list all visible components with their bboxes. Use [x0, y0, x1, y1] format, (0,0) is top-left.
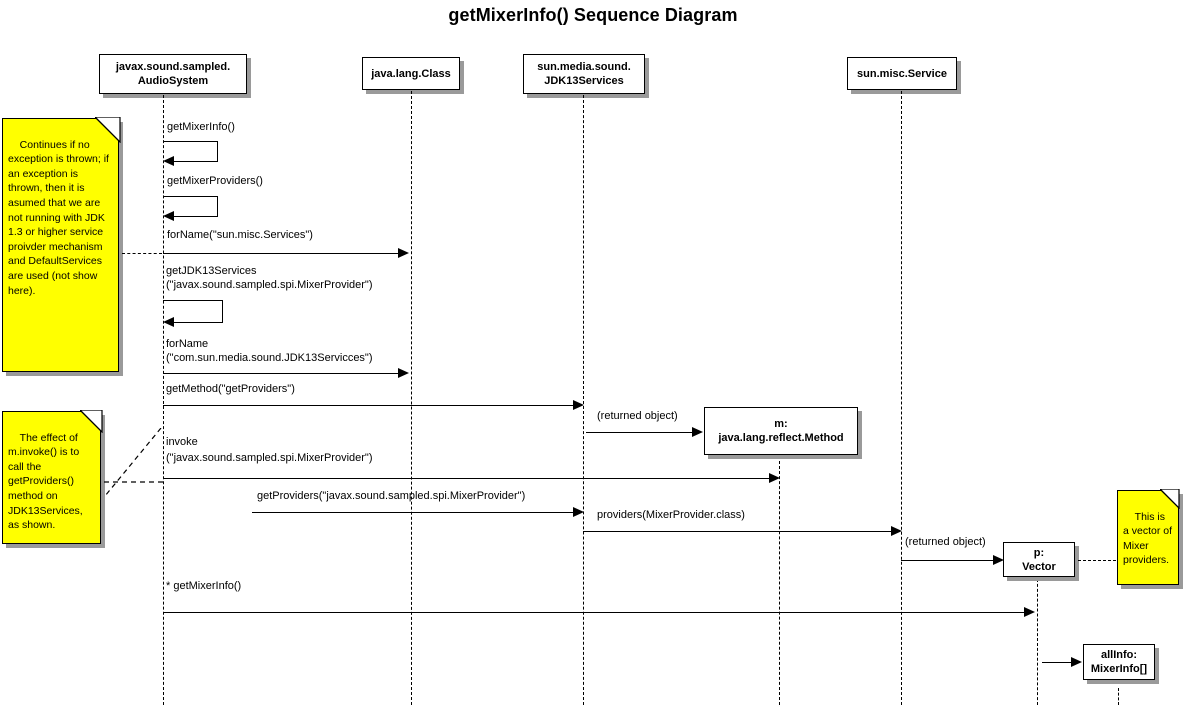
object-vector-line1: p: [1033, 546, 1045, 559]
message-line-returned-vector [901, 560, 995, 561]
note-invoke-text: The effect of m.invoke() is to call the … [8, 431, 86, 532]
self-call-top [163, 141, 218, 142]
sequence-diagram-canvas: getMixerInfo() Sequence Diagram javax.so… [0, 0, 1186, 705]
object-vector[interactable]: p: Vector [1003, 542, 1075, 577]
self-call-top [163, 196, 218, 197]
note-vector-text: This is a vector of Mixer providers. [1123, 510, 1175, 567]
message-line-allinfo [1042, 662, 1074, 663]
arrowhead-star-getmixerinfo [1024, 607, 1035, 617]
arrowhead-getmixerproviders [163, 211, 174, 221]
message-label-getproviders: getProviders("javax.sound.sampled.spi.Mi… [257, 490, 526, 502]
object-allinfo-line2: MixerInfo[] [1090, 663, 1148, 675]
note-connector-invoke-diagonal [105, 428, 162, 497]
arrowhead-returned-method [692, 427, 703, 437]
note-connector-vector [1078, 560, 1116, 561]
participant-jdk13services-line1: sun.media.sound. [537, 61, 631, 73]
diagram-title: getMixerInfo() Sequence Diagram [448, 5, 738, 25]
arrowhead-invoke [769, 473, 780, 483]
participant-suncmiscservice[interactable]: sun.misc.Service [847, 57, 957, 90]
lifeline-audiosystem [163, 95, 164, 705]
message-line-forname-services [163, 253, 403, 254]
self-call-top [163, 300, 223, 301]
note-invoke: The effect of m.invoke() is to call the … [2, 411, 101, 544]
note-connector-exception [122, 253, 162, 254]
participant-jdk13services-line2: JDK13Services [544, 75, 624, 87]
message-label-getjdk13services-line1: getJDK13Services [166, 265, 257, 277]
message-label-forname-jdk13-line1: forName [166, 338, 209, 350]
self-call-bottom [168, 216, 218, 217]
message-label-returned-method: (returned object) [597, 410, 678, 422]
message-label-forname-jdk13-line2: ("com.sun.media.sound.JDK13Servicces") [166, 352, 373, 364]
note-exception: Continues if no exception is thrown; if … [2, 118, 119, 372]
object-method-line1: m: [774, 418, 788, 430]
note-vector: This is a vector of Mixer providers. [1117, 490, 1179, 585]
arrowhead-getmethod [573, 400, 584, 410]
arrowhead-getproviders [573, 507, 584, 517]
object-vector-line2: Vector [1022, 560, 1056, 573]
message-line-providers [583, 531, 893, 532]
message-line-getmethod [163, 405, 575, 406]
arrowhead-allinfo [1071, 657, 1082, 667]
message-line-getproviders [252, 512, 575, 513]
message-label-star-getmixerinfo: * getMixerInfo() [166, 580, 242, 592]
arrowhead-forname-jdk13 [398, 368, 409, 378]
self-call-bottom [168, 161, 218, 162]
participant-audiosystem[interactable]: javax.sound.sampled. AudioSystem [99, 54, 247, 94]
lifeline-vector-object [1037, 579, 1038, 705]
message-label-returned-vector: (returned object) [905, 536, 986, 548]
participant-suncmiscservice-line1: sun.misc.Service [857, 67, 947, 80]
message-line-returned-method [586, 432, 694, 433]
self-call-right [217, 196, 218, 216]
message-label-forname-services: forName("sun.misc.Services") [167, 229, 313, 241]
message-label-getjdk13services-line2: ("javax.sound.sampled.spi.MixerProvider"… [166, 279, 373, 291]
participant-audiosystem-line2: AudioSystem [137, 75, 209, 87]
message-label-getmixerinfo: getMixerInfo() [167, 121, 235, 133]
lifeline-allinfo-object [1118, 688, 1119, 705]
arrowhead-getmixerinfo [163, 156, 174, 166]
participant-jdk13services[interactable]: sun.media.sound. JDK13Services [523, 54, 645, 94]
message-label-getmethod: getMethod("getProviders") [166, 383, 295, 395]
message-line-star-getmixerinfo [163, 612, 1025, 613]
participant-audiosystem-line1: javax.sound.sampled. [115, 61, 231, 73]
arrowhead-forname-services [398, 248, 409, 258]
message-label-getmixerproviders: getMixerProviders() [167, 175, 263, 187]
self-call-right [217, 141, 218, 161]
object-allinfo-line1: allInfo: [1100, 649, 1138, 661]
participant-javalangclass-line1: java.lang.Class [371, 67, 451, 80]
message-label-invoke-line2: ("javax.sound.sampled.spi.MixerProvider"… [166, 452, 373, 464]
lifeline-method-object [779, 461, 780, 705]
participant-javalangclass[interactable]: java.lang.Class [362, 57, 460, 90]
arrowhead-providers [891, 526, 902, 536]
object-allinfo[interactable]: allInfo: MixerInfo[] [1083, 644, 1155, 680]
object-method-line2: java.lang.reflect.Method [718, 432, 844, 444]
message-line-invoke [163, 478, 771, 479]
arrowhead-getjdk13services [163, 317, 174, 327]
object-method[interactable]: m: java.lang.reflect.Method [704, 407, 858, 455]
message-label-invoke-line1: invoke [166, 436, 198, 448]
self-call-right [222, 300, 223, 322]
message-line-forname-jdk13 [163, 373, 403, 374]
note-exception-text: Continues if no exception is thrown; if … [8, 138, 112, 297]
self-call-bottom [168, 322, 223, 323]
message-label-providers: providers(MixerProvider.class) [597, 509, 745, 521]
